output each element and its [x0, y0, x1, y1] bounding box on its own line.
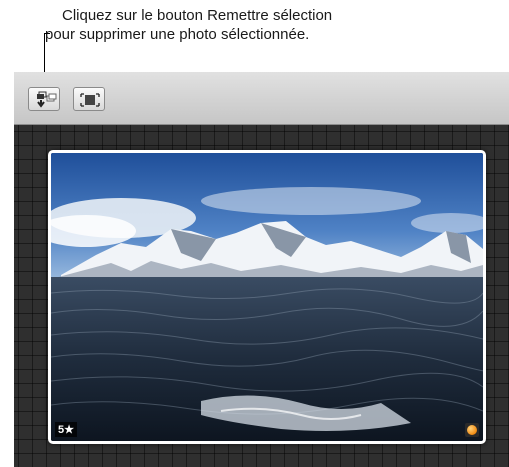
callout-line-1: Cliquez sur le bouton Remettre sélection — [62, 7, 333, 24]
callout-text: Cliquez sur le bouton Remettre sélection… — [45, 6, 492, 44]
adjustment-badge-icon — [465, 423, 479, 437]
callout-line-2: pour supprimer une photo sélectionnée. — [45, 26, 310, 43]
fit-to-frame-button[interactable] — [73, 87, 105, 111]
put-back-selection-icon — [37, 91, 57, 108]
selected-photo[interactable]: 5★ — [48, 150, 486, 444]
callout-leader-tick — [44, 33, 50, 34]
rating-badge: 5★ — [55, 422, 77, 437]
mountain-sea-photo — [51, 153, 483, 441]
toolbar — [14, 72, 509, 125]
app-window: 5★ — [14, 72, 509, 467]
fit-to-frame-icon — [80, 93, 100, 107]
put-back-selection-button[interactable] — [28, 87, 60, 111]
